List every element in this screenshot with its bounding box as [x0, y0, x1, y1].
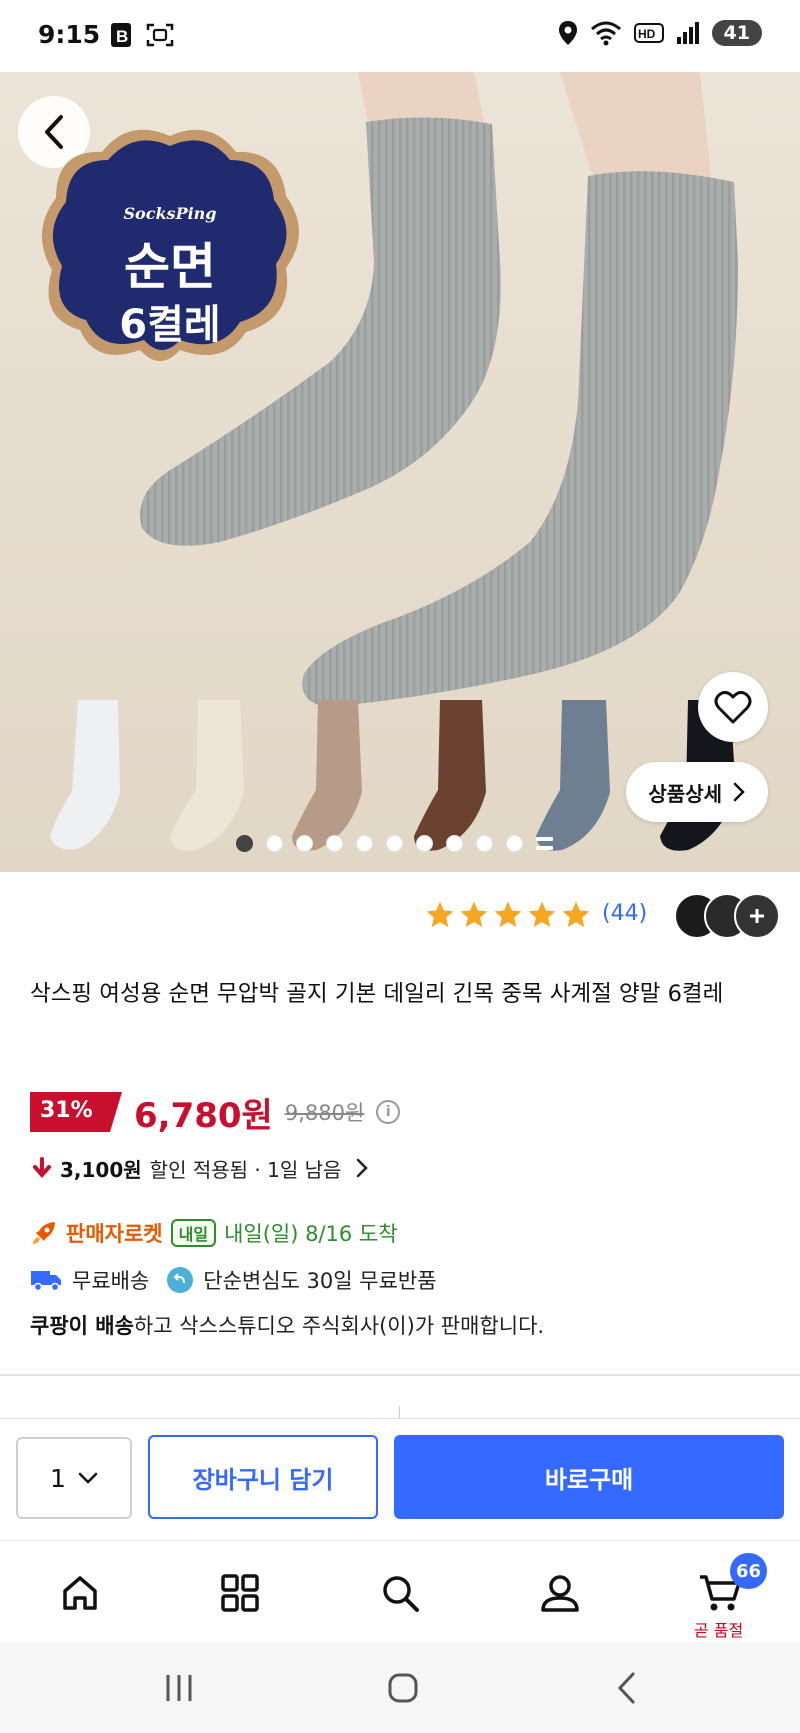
add-to-cart-button[interactable]: 장바구니 담기	[148, 1435, 378, 1519]
badge-line-2: 6켤레	[119, 302, 221, 348]
bottom-navigation: 66 곧 품절	[0, 1540, 800, 1642]
carousel-more-icon[interactable]	[536, 835, 553, 852]
star-icon	[460, 901, 488, 927]
carousel-dot[interactable]	[506, 835, 523, 852]
seller-delivery: 쿠팡이 배송	[30, 1314, 134, 1338]
carousel-dot[interactable]	[356, 835, 373, 852]
product-detail-label: 상품상세	[648, 781, 722, 806]
nav-my-account[interactable]	[530, 1563, 590, 1623]
nav-search[interactable]	[370, 1563, 430, 1623]
star-rating	[424, 899, 592, 931]
system-navigation-bar	[0, 1642, 800, 1733]
search-icon	[383, 1576, 419, 1612]
rating-row[interactable]: (44)	[0, 893, 800, 943]
chevron-right-icon	[733, 782, 745, 802]
star-icon	[528, 901, 556, 927]
return-icon	[167, 1267, 194, 1293]
heart-icon	[714, 690, 752, 724]
sale-price: 6,780원	[134, 1095, 273, 1136]
back-arrow-icon	[617, 1672, 635, 1704]
product-image-carousel[interactable]: SocksPing 순면 6켤레 상품상세	[0, 72, 800, 872]
seller-text: 하고 삭스스튜디오 주식회사(이)가 판매합니다.	[133, 1314, 545, 1338]
screenshot-icon	[146, 23, 174, 47]
buy-now-button[interactable]: 바로구매	[394, 1435, 784, 1519]
home-icon	[63, 1576, 97, 1610]
review-more-button[interactable]	[734, 893, 780, 939]
quantity-selector[interactable]: 1	[16, 1437, 132, 1519]
signal-icon	[676, 22, 699, 44]
recent-apps-icon	[166, 1675, 192, 1701]
quantity-value: 1	[50, 1463, 66, 1493]
star-icon	[562, 901, 590, 927]
home-button[interactable]	[378, 1666, 428, 1710]
section-divider	[0, 1374, 800, 1376]
wishlist-button[interactable]	[698, 672, 768, 742]
carousel-dot[interactable]	[416, 835, 433, 852]
review-photos[interactable]	[674, 893, 786, 941]
back-system-button[interactable]	[602, 1666, 652, 1710]
person-icon	[541, 1575, 579, 1612]
badge-brand: SocksPing	[123, 204, 217, 223]
nav-home[interactable]	[50, 1563, 110, 1623]
action-row-peek	[0, 1400, 800, 1420]
return-policy: 단순변심도 30일 무료반품	[203, 1269, 437, 1293]
plus-icon	[750, 909, 764, 923]
product-detail-button[interactable]: 상품상세	[626, 762, 768, 822]
star-icon	[426, 901, 454, 927]
rocket-icon	[33, 1222, 55, 1244]
carousel-dot[interactable]	[236, 835, 253, 852]
carousel-dot[interactable]	[476, 835, 493, 852]
carousel-dot[interactable]	[296, 835, 313, 852]
wifi-icon	[590, 21, 621, 46]
status-time: 9:15	[38, 20, 101, 49]
arrow-down-icon	[33, 1157, 51, 1179]
shipping-row: 무료배송 단순변심도 30일 무료반품	[30, 1262, 437, 1298]
chevron-down-icon	[78, 1472, 98, 1484]
grid-icon	[221, 1574, 259, 1612]
cart-caption: 곧 품절	[694, 1621, 744, 1640]
free-shipping: 무료배송	[72, 1269, 150, 1293]
saving-row[interactable]: 3,100원 할인 적용됨 · 1일 남음	[32, 1150, 369, 1186]
carousel-dot[interactable]	[446, 835, 463, 852]
delivery-row: 판매자로켓 내일 내일(일) 8/16 도착	[30, 1215, 398, 1251]
b-app-icon: B	[111, 23, 131, 47]
seller-info: 쿠팡이 배송하고 삭스스튜디오 주식회사(이)가 판매합니다.	[30, 1310, 544, 1346]
promo-badge: SocksPing 순면 6켤레	[40, 122, 300, 372]
star-icon	[494, 901, 522, 927]
carousel-dot[interactable]	[326, 835, 343, 852]
info-icon[interactable]: i	[376, 1100, 401, 1124]
svg-text:HD: HD	[638, 27, 656, 41]
product-title: 삭스핑 여성용 순면 무압박 골지 기본 데일리 긴목 중목 사계절 양말 6켤…	[30, 981, 724, 1007]
cart-count-badge: 66	[730, 1553, 768, 1589]
home-circle-icon	[388, 1673, 418, 1703]
carousel-dot[interactable]	[266, 835, 283, 852]
badge-line-1: 순면	[124, 238, 216, 296]
discount-rate: 31%	[40, 1098, 93, 1123]
arrival-date: 내일(일) 8/16 도착	[224, 1222, 398, 1246]
recent-apps-button[interactable]	[154, 1666, 204, 1710]
saving-amount: 3,100원	[60, 1157, 142, 1182]
carousel-indicator	[236, 835, 553, 852]
truck-icon	[31, 1271, 61, 1292]
battery-indicator: 41	[711, 20, 762, 46]
review-count[interactable]: (44)	[602, 901, 647, 926]
status-bar: 9:15 B HD 41	[0, 0, 800, 72]
carousel-dot[interactable]	[386, 835, 403, 852]
hd-icon: HD	[633, 23, 664, 43]
price-row: 31% 6,780원 9,880원 i	[30, 1090, 401, 1136]
tomorrow-badge: 내일	[170, 1219, 217, 1247]
discount-badge: 31%	[30, 1092, 122, 1132]
location-icon	[558, 21, 577, 45]
svg-text:B: B	[116, 27, 128, 46]
original-price: 9,880원	[284, 1101, 365, 1125]
nav-categories[interactable]	[210, 1563, 270, 1623]
saving-text: 할인 적용됨 · 1일 남음	[149, 1157, 342, 1182]
purchase-bar: 1 장바구니 담기 바로구매	[0, 1418, 800, 1540]
chevron-right-icon	[357, 1158, 369, 1178]
rocket-delivery-label: 판매자로켓	[66, 1222, 163, 1246]
